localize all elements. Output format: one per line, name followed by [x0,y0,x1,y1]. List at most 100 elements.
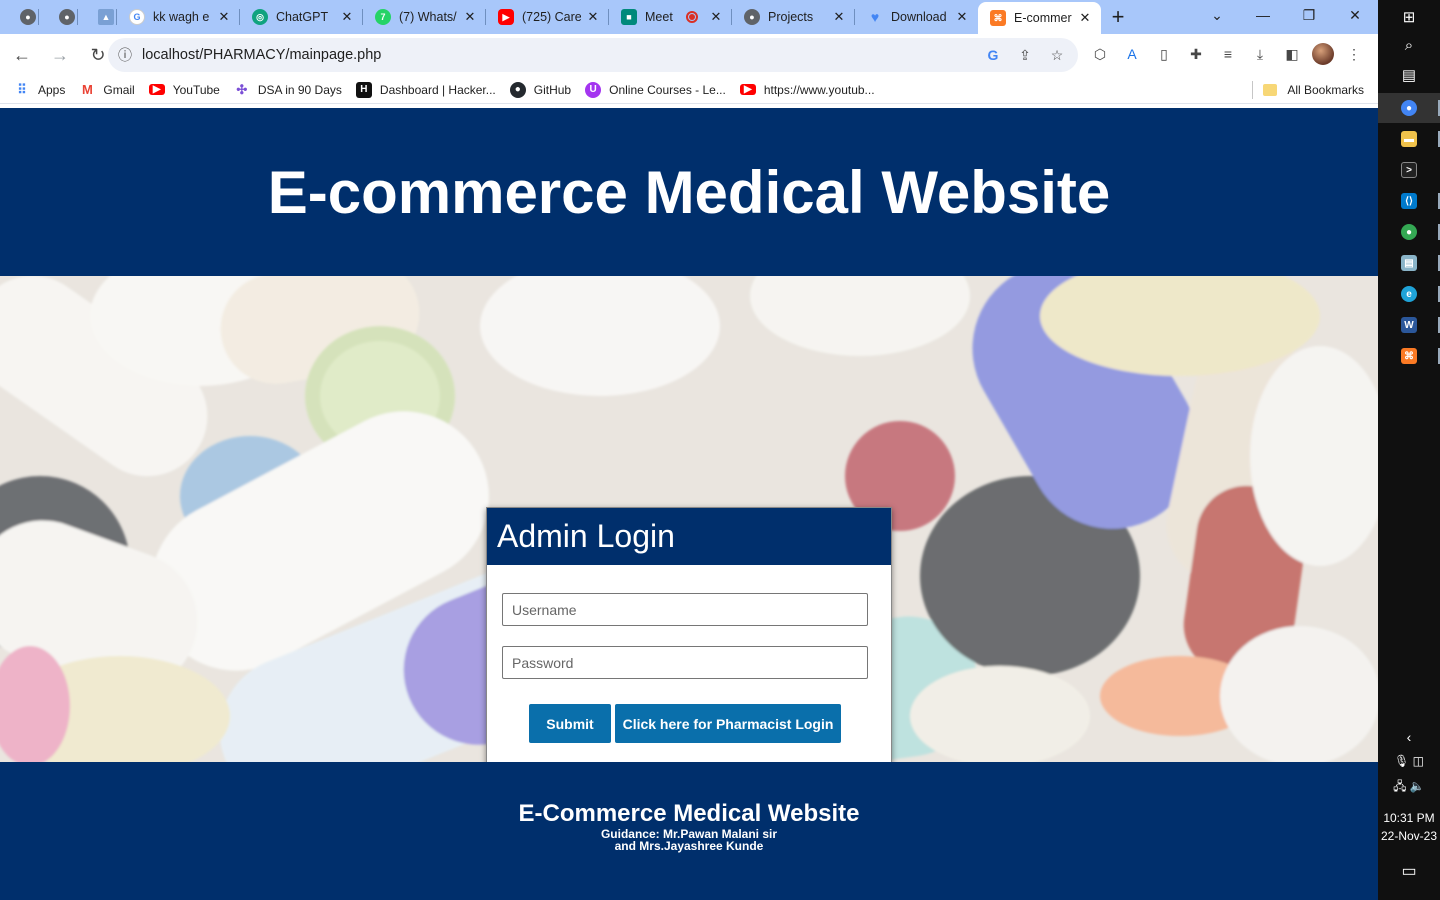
close-tab-icon[interactable]: ✕ [708,9,724,25]
tab-title: E-commer [1014,11,1072,25]
globe-icon: ● [744,9,760,25]
back-icon[interactable]: ← [6,39,38,71]
xampp-icon: ⌘ [1401,348,1417,364]
close-tab-icon[interactable]: ✕ [339,9,355,25]
search-icon[interactable]: ⌕ [1378,30,1440,60]
bookmark-label: Apps [38,82,66,97]
taskbar-chrome[interactable]: ● [1378,93,1440,123]
extension-cube-icon[interactable]: ⬡ [1088,39,1112,69]
forward-icon[interactable]: → [44,39,76,71]
bookmark-apps[interactable]: ⠿ Apps [14,82,65,98]
bookmark-label: Gmail [103,82,135,97]
url-text[interactable]: localhost/PHARMACY/mainpage.php [142,47,984,63]
tab-search-icon[interactable]: ⌄ [1194,0,1240,30]
side-panel-icon[interactable]: ◧ [1280,39,1304,69]
bookmark-youtube[interactable]: ▶ YouTube [148,83,220,97]
extension-a-icon[interactable]: A [1120,39,1144,69]
taskbar-vscode[interactable]: ⟨⟩ [1378,186,1440,216]
menu-kebab-icon[interactable]: ⋮ [1342,39,1366,69]
page-title: E-commerce Medical Website [267,158,1111,226]
share-icon[interactable]: ⇪ [1016,46,1034,64]
site-info-icon[interactable]: ⓘ [108,45,142,65]
image-icon: ▲ [98,9,114,25]
tab-chatgpt[interactable]: ◎ ChatGPT ✕ [240,0,363,34]
taskbar-chrome-2[interactable]: ● [1378,217,1440,247]
close-tab-icon[interactable]: ✕ [954,9,970,25]
bookmark-hackerrank[interactable]: H Dashboard | Hacker... [355,81,496,98]
tab-2[interactable]: ● [39,0,78,34]
tab-3[interactable]: ▲ [78,0,117,34]
xampp-icon: ⌘ [990,10,1006,26]
hackerrank-icon: H [355,81,372,98]
tab-ecommerce[interactable]: ⌘ E-commer ✕ [978,2,1101,34]
pharmacist-login-button[interactable]: Click here for Pharmacist Login [615,704,841,743]
windows-taskbar: ⊞ ⌕ ▤ ● ▬ > ⟨⟩ ● ▤ e W ⌘ ‹ 🎙 ◫ 🖧 🔈 10:31… [1378,0,1440,900]
tab-youtube[interactable]: ▶ (725) Care ✕ [486,0,609,34]
task-view-icon[interactable]: ▤ [1378,60,1440,90]
all-bookmarks-label: All Bookmarks [1287,83,1364,97]
tab-download[interactable]: ♥ Download ✕ [855,0,978,34]
new-tab-button[interactable]: + [1101,0,1135,34]
taskbar-xampp[interactable]: ⌘ [1378,341,1440,371]
bookmark-label: DSA in 90 Days [257,82,342,97]
close-tab-icon[interactable]: ✕ [216,9,232,25]
bookmarks-bar: ⠿ Apps M Gmail ▶ YouTube ✣ DSA in 90 Day… [0,76,1378,104]
bookmark-online-courses[interactable]: U Online Courses - Le... [585,81,726,98]
taskbar-notepad[interactable]: ▤ [1378,248,1440,278]
windows-start-icon[interactable]: ⊞ [1378,2,1440,32]
youtube-icon: ▶ [498,9,514,25]
word-icon: W [1401,317,1417,333]
download-icon[interactable]: ⤓ [1248,39,1272,69]
reading-list-icon[interactable]: ≡ [1216,39,1240,69]
bookmark-label: Dashboard | Hacker... [379,82,496,97]
close-tab-icon[interactable]: ✕ [1077,10,1093,26]
close-tab-icon[interactable]: ✕ [585,9,601,25]
chrome-icon: ● [1401,224,1417,240]
youtube-icon: ▶ [148,84,165,95]
taskbar-terminal[interactable]: > [1378,155,1440,185]
tab-title: Projects [768,10,814,24]
tab-title: (725) Care [522,10,581,24]
close-window-icon[interactable]: ✕ [1332,0,1378,30]
username-input[interactable]: Username [502,593,868,626]
close-tab-icon[interactable]: ✕ [831,9,847,25]
edge-icon: e [1401,286,1417,302]
tab-projects[interactable]: ● Projects ✕ [732,0,855,34]
address-bar[interactable]: ⓘ localhost/PHARMACY/mainpage.php G ⇪ ☆ [108,38,1078,72]
submit-button[interactable]: Submit [529,704,611,743]
bookmark-gmail[interactable]: M Gmail [79,82,135,98]
taskbar-edge[interactable]: e [1378,279,1440,309]
clock-time[interactable]: 10:31 PM [1378,811,1440,825]
bookmark-label: https://www.youtub... [763,82,875,97]
site-header: E-commerce Medical Website [0,108,1378,276]
notifications-icon[interactable]: ▭ [1378,856,1440,886]
close-tab-icon[interactable]: ✕ [462,9,478,25]
google-lens-icon[interactable]: G [984,46,1002,64]
site-footer: E-Commerce Medical Website Guidance: Mr.… [0,762,1378,900]
extension-doc-icon[interactable]: ▯ [1152,39,1176,69]
tab-title: (7) Whats/ [399,10,457,24]
profile-avatar[interactable] [1312,43,1334,65]
bookmark-dsa[interactable]: ✣ DSA in 90 Days [234,82,342,98]
clock-date[interactable]: 22-Nov-23 [1378,829,1440,843]
taskbar-file-explorer[interactable]: ▬ [1378,124,1440,154]
tab-whatsapp[interactable]: 7 (7) Whats/ ✕ [363,0,486,34]
password-input[interactable]: Password [502,646,868,679]
tab-meet[interactable]: ■ Meet ✕ [609,0,732,34]
extensions-puzzle-icon[interactable]: ✚ [1184,39,1208,69]
restore-icon[interactable]: ❐ [1286,0,1332,30]
all-bookmarks[interactable]: All Bookmarks [1252,76,1364,104]
minimize-icon[interactable]: — [1240,0,1286,30]
bookmark-github[interactable]: ● GitHub [509,81,571,98]
pills-background-image: Admin Login Username Password Submit Cli… [0,276,1378,762]
bookmark-youtube-link[interactable]: ▶ https://www.youtub... [739,82,875,97]
footer-title: E-Commerce Medical Website [518,800,860,827]
network-and-volume-icons[interactable]: 🖧 🔈 [1378,772,1440,802]
tab-title: Meet [645,10,673,24]
tab-kk-wagh[interactable]: G kk wagh e ✕ [117,0,240,34]
chrome-icon: ● [1401,100,1417,116]
tab-1[interactable]: ● [0,0,39,34]
bookmark-star-icon[interactable]: ☆ [1048,46,1066,64]
taskbar-word[interactable]: W [1378,310,1440,340]
github-icon: ● [509,81,526,98]
